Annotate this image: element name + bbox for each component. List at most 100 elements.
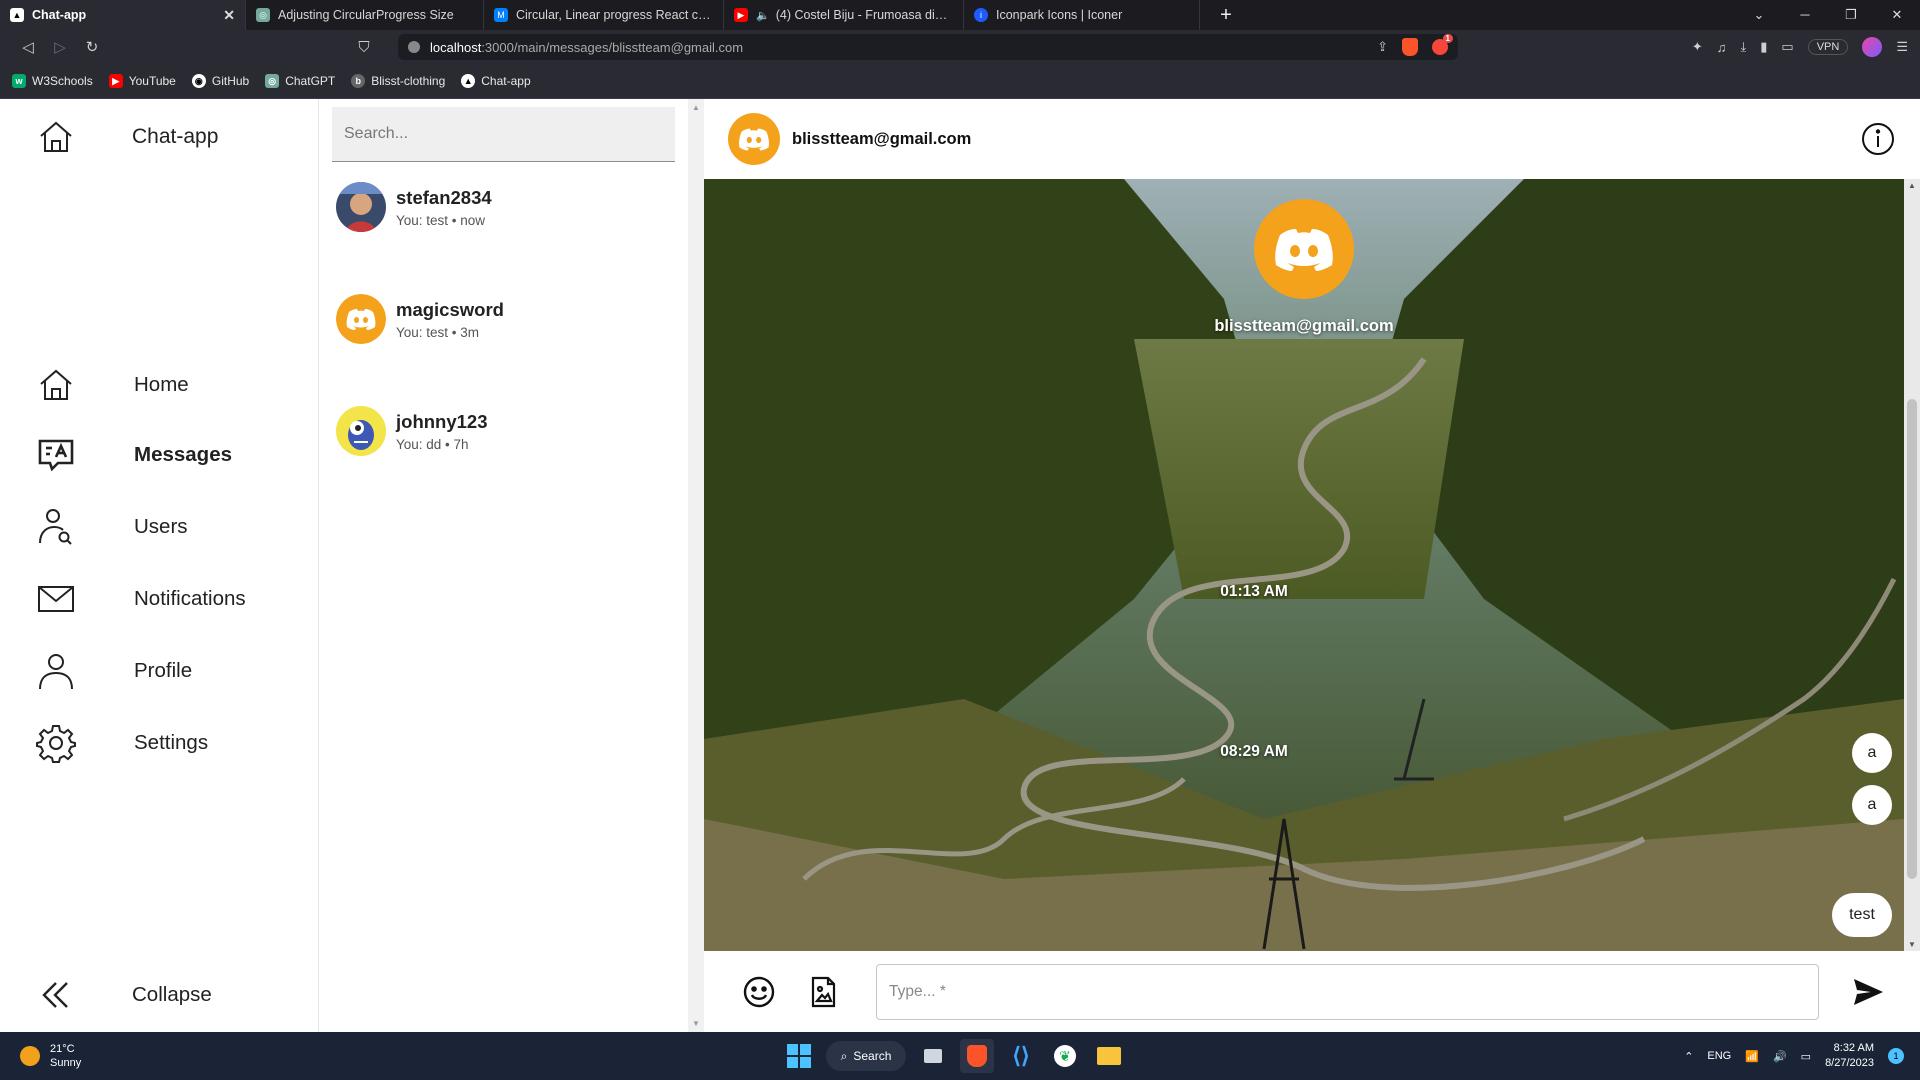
mongodb-compass-taskbar-button[interactable]: ❦ <box>1048 1039 1082 1073</box>
sidebar-item-profile[interactable]: Profile <box>36 651 306 691</box>
scroll-down-icon[interactable]: ▼ <box>1908 940 1916 949</box>
scroll-up-icon[interactable]: ▲ <box>1908 181 1916 190</box>
sidebar-item-label: Notifications <box>134 587 246 610</box>
brave-shields-icon[interactable] <box>1402 38 1418 56</box>
compass-icon: ❦ <box>1054 1045 1076 1067</box>
send-icon[interactable] <box>1851 975 1885 1009</box>
sidebar-item-notifications[interactable]: Notifications <box>36 579 306 619</box>
tab-youtube[interactable]: ▶ 🔈 (4) Costel Biju - Frumoasa din Emi <box>724 0 964 30</box>
file-explorer-taskbar-button[interactable] <box>1092 1039 1126 1073</box>
bookmark-label: GitHub <box>211 74 250 88</box>
tab-title: Chat-app <box>32 8 87 22</box>
sidebar-item-users[interactable]: Users <box>36 507 306 547</box>
conversation-item-johnny123[interactable]: johnny123 You: dd • 7h <box>336 401 676 461</box>
message-bubble[interactable]: a <box>1852 733 1892 773</box>
message-input-field[interactable] <box>876 963 1819 1020</box>
tab-chat-app[interactable]: ▲ Chat-app ✕ <box>0 0 246 30</box>
tab-iconer[interactable]: i Iconpark Icons | Iconer <box>964 0 1200 30</box>
taskbar-search[interactable]: ⌕ Search <box>826 1041 906 1071</box>
scroll-up-icon[interactable]: ▲ <box>692 103 700 112</box>
chat-contact-name[interactable]: blisstteam@gmail.com <box>792 130 971 149</box>
windows-logo-icon <box>787 1044 811 1068</box>
conversation-preview: You: test • 3m <box>396 324 480 340</box>
chat-scrollbar[interactable]: ▲ ▼ <box>1904 179 1920 951</box>
reload-button[interactable]: ↻ <box>76 38 108 56</box>
menu-icon[interactable]: ☰ <box>1896 39 1908 55</box>
collapse-button[interactable]: Collapse <box>36 975 306 1015</box>
conversation-item-stefan2834[interactable]: stefan2834 You: test • now <box>336 177 676 237</box>
start-button[interactable] <box>782 1039 816 1073</box>
vscode-taskbar-button[interactable]: ⟨⟩ <box>1004 1039 1038 1073</box>
sidebar-item-label: Profile <box>134 659 193 682</box>
wallet-icon[interactable]: ▭ <box>1781 39 1793 55</box>
attach-image-icon[interactable] <box>806 975 840 1009</box>
task-view-button[interactable] <box>916 1039 950 1073</box>
weather-widget[interactable]: 21°C Sunny <box>20 1042 81 1070</box>
bookmark-blisst-clothing[interactable]: b Blisst-clothing <box>351 74 445 88</box>
bookmark-chatgpt[interactable]: ◎ ChatGPT <box>265 74 335 88</box>
close-tab-icon[interactable]: ✕ <box>223 7 235 24</box>
language-indicator[interactable]: ENG <box>1707 1050 1731 1062</box>
sidebar-item-label: Messages <box>134 443 233 466</box>
back-button[interactable]: ◁ <box>12 38 44 56</box>
message-bubble[interactable]: test <box>1832 893 1892 937</box>
bookmark-youtube[interactable]: ▶ YouTube <box>108 74 176 88</box>
tab-mui-progress[interactable]: M Circular, Linear progress React compo <box>484 0 724 30</box>
restore-button[interactable]: ❐ <box>1828 7 1874 23</box>
address-bar[interactable]: localhost:3000/main/messages/blisstteam@… <box>398 34 1458 60</box>
brand-link[interactable]: Chat-app <box>36 117 218 157</box>
tab-search-icon[interactable]: ⌄ <box>1736 7 1782 23</box>
sidebar-item-settings[interactable]: Settings <box>36 723 306 763</box>
sidebar-toggle-icon[interactable]: ▮ <box>1760 39 1767 55</box>
new-tab-button[interactable]: + <box>1214 4 1238 27</box>
wifi-icon[interactable]: 📶 <box>1745 1050 1759 1063</box>
conversation-preview: You: dd • 7h <box>396 436 469 452</box>
bookmarks-bar: w W3Schools ▶ YouTube ◉ GitHub ◎ ChatGPT b Bl… <box>0 64 1920 99</box>
brave-rewards-icon[interactable]: 1 <box>1432 34 1453 55</box>
message-bubble[interactable]: a <box>1852 785 1892 825</box>
forward-button[interactable]: ▷ <box>44 38 76 56</box>
downloads-icon[interactable]: ⤓ <box>1741 39 1747 55</box>
extensions-icon[interactable]: ✦ <box>1692 39 1703 55</box>
notification-badge[interactable]: 1 <box>1888 1048 1904 1064</box>
clock[interactable]: 8:32 AM 8/27/2023 <box>1825 1041 1874 1071</box>
youtube-icon: ▶ <box>108 74 123 88</box>
sidebar-item-messages[interactable]: Messages <box>36 435 306 475</box>
conversation-list-scrollbar[interactable]: ▲ ▼ <box>688 99 704 1032</box>
bookmark-icon[interactable]: ⛉ <box>348 39 380 56</box>
home-icon <box>40 121 72 152</box>
search-input[interactable] <box>344 125 663 143</box>
sidebar-item-home[interactable]: Home <box>36 365 306 405</box>
volume-icon[interactable]: 🔊 <box>1773 1050 1787 1063</box>
minimize-button[interactable]: ─ <box>1782 7 1828 23</box>
share-icon[interactable]: ⇪ <box>1377 39 1388 55</box>
vpn-button[interactable]: VPN <box>1807 39 1849 55</box>
site-info-icon[interactable] <box>408 41 420 53</box>
discord-icon <box>1254 199 1354 299</box>
bookmark-chat-app[interactable]: ▲ Chat-app <box>461 74 531 88</box>
message-input[interactable] <box>889 982 1806 1001</box>
info-icon[interactable] <box>1860 121 1896 157</box>
chatgpt-icon: ◎ <box>265 74 280 88</box>
tab-adjusting-progress[interactable]: ◎ Adjusting CircularProgress Size <box>246 0 484 30</box>
bookmark-w3schools[interactable]: w W3Schools <box>12 74 93 88</box>
chevron-up-icon[interactable]: ⌃ <box>1684 1050 1693 1063</box>
iconer-favicon-icon: i <box>974 8 988 22</box>
close-window-button[interactable]: ✕ <box>1874 7 1920 23</box>
brave-taskbar-button[interactable] <box>960 1039 994 1073</box>
search-field[interactable] <box>332 107 675 162</box>
scroll-down-icon[interactable]: ▼ <box>692 1019 700 1028</box>
scrollbar-thumb[interactable] <box>1907 399 1917 879</box>
browser-profile-avatar[interactable] <box>1862 37 1883 57</box>
sidebar-item-label: Settings <box>134 731 209 754</box>
blisst-icon: b <box>351 74 366 88</box>
battery-icon[interactable]: ▭ <box>1801 1050 1811 1063</box>
emoji-icon[interactable] <box>742 975 776 1009</box>
discord-icon[interactable] <box>728 113 780 165</box>
audio-playing-icon[interactable]: 🔈 <box>756 9 770 22</box>
bookmark-github[interactable]: ◉ GitHub <box>191 74 250 88</box>
media-icon[interactable]: ♫ <box>1717 40 1727 55</box>
conversation-item-magicsword[interactable]: magicsword You: test • 3m <box>336 289 676 349</box>
conversation-name: magicsword <box>396 298 504 320</box>
mail-icon <box>38 586 74 612</box>
